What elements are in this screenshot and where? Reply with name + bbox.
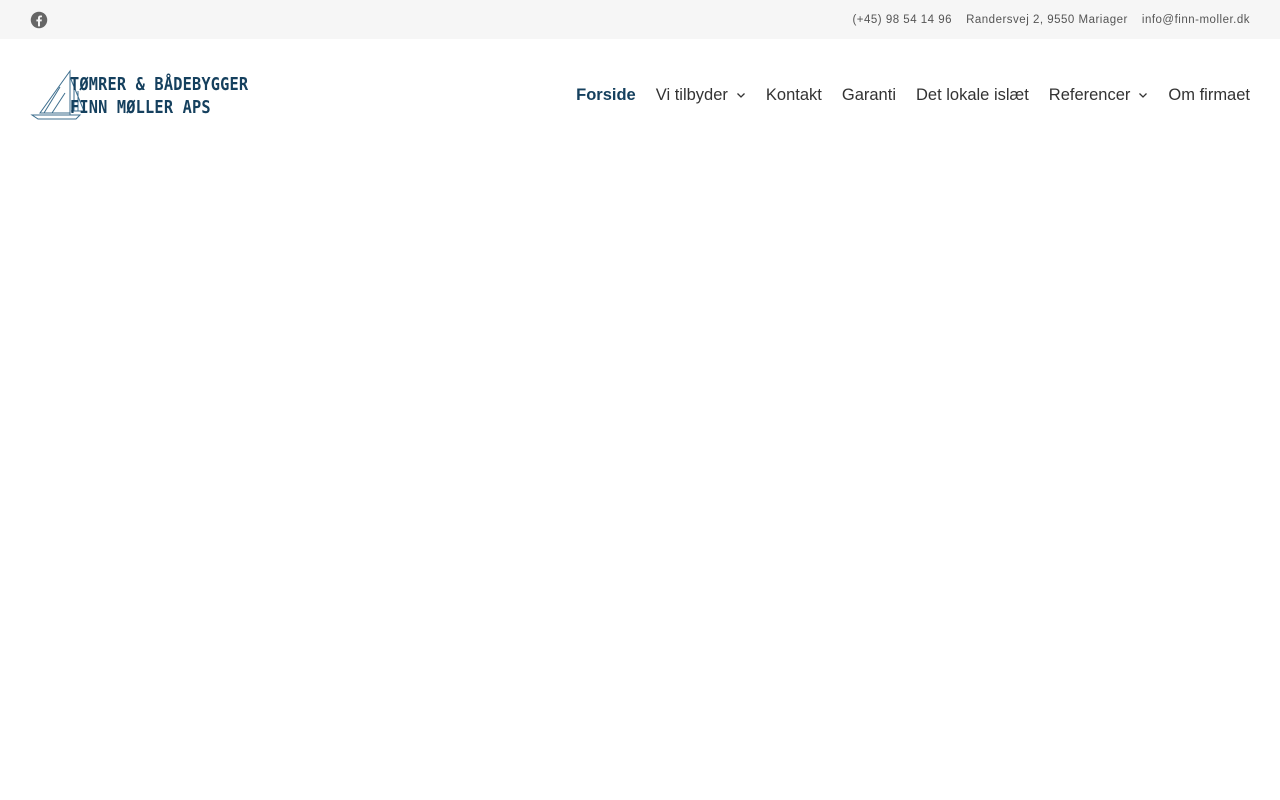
nav-item-vi-tilbyder[interactable]: Vi tilbyder	[646, 39, 756, 151]
nav-item-label: Garanti	[841, 85, 896, 104]
nav-item-forside[interactable]: Forside	[566, 39, 646, 151]
page-content	[0, 151, 1280, 800]
address-link[interactable]: Randersvej 2, 9550 Mariager	[966, 14, 1128, 26]
logo-line-2: FINN MØLLER APS	[70, 97, 211, 118]
nav-item-kontakt[interactable]: Kontakt	[756, 39, 832, 151]
logo-line-1: TØMRER & BÅDEBYGGER	[70, 74, 249, 95]
nav-item-label: Referencer	[1048, 85, 1131, 104]
chevron-down-icon	[736, 90, 746, 100]
chevron-down-icon	[1138, 90, 1148, 100]
contact-info: (+45) 98 54 14 96 Randersvej 2, 9550 Mar…	[852, 14, 1250, 26]
nav-item-garanti[interactable]: Garanti	[832, 39, 906, 151]
site-header: TØMRER & BÅDEBYGGER FINN MØLLER APS Fors…	[0, 39, 1280, 151]
phone-link[interactable]: (+45) 98 54 14 96	[852, 14, 952, 26]
main-navigation: Forside Vi tilbyder Kontakt Garanti Det …	[566, 39, 1250, 151]
nav-item-label: Kontakt	[765, 85, 822, 104]
nav-item-label: Forside	[576, 85, 636, 104]
facebook-link[interactable]	[30, 11, 48, 29]
logo-text: TØMRER & BÅDEBYGGER FINN MØLLER APS	[70, 73, 280, 119]
nav-item-om-firmaet[interactable]: Om firmaet	[1158, 39, 1250, 151]
nav-item-label: Om firmaet	[1168, 85, 1250, 104]
facebook-icon	[30, 11, 48, 28]
site-logo[interactable]: TØMRER & BÅDEBYGGER FINN MØLLER APS	[30, 67, 275, 123]
email-link[interactable]: info@finn-moller.dk	[1142, 14, 1250, 26]
nav-item-label: Vi tilbyder	[655, 85, 728, 104]
nav-item-referencer[interactable]: Referencer	[1039, 39, 1159, 151]
nav-item-label: Det lokale islæt	[915, 85, 1029, 104]
top-bar: (+45) 98 54 14 96 Randersvej 2, 9550 Mar…	[0, 0, 1280, 39]
nav-item-det-lokale-islaet[interactable]: Det lokale islæt	[906, 39, 1039, 151]
